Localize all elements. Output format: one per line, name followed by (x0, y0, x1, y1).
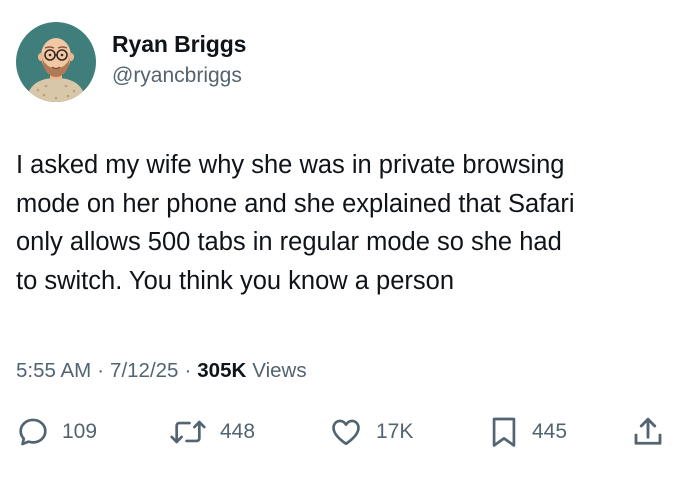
avatar[interactable] (16, 22, 96, 102)
share-upload-icon (634, 417, 662, 445)
meta-separator: · (97, 359, 105, 382)
reply-count: 109 (62, 420, 98, 443)
reply-button[interactable]: 109 (16, 410, 97, 454)
views-count[interactable]: 305K (197, 359, 246, 383)
bookmark-icon (492, 417, 516, 447)
repost-arrows-icon (170, 420, 206, 444)
tweet-date[interactable]: 7/12/25 (110, 359, 178, 383)
meta-separator: · (184, 359, 192, 382)
tweet-card: Ryan Briggs @ryancbriggs I asked my wife… (0, 0, 700, 477)
avatar-image (16, 22, 96, 102)
like-count: 17K (376, 420, 414, 443)
repost-button[interactable]: 448 (168, 410, 255, 454)
repost-count: 448 (220, 420, 256, 443)
share-button[interactable] (630, 410, 666, 454)
author-display-name[interactable]: Ryan Briggs (112, 31, 246, 58)
tweet-time[interactable]: 5:55 AM (16, 359, 91, 383)
bookmark-count: 445 (532, 420, 568, 443)
heart-icon (332, 419, 360, 446)
like-button[interactable]: 17K (328, 410, 413, 454)
bookmark-button[interactable]: 445 (488, 410, 567, 454)
views-label: Views (252, 359, 307, 382)
author-handle[interactable]: @ryancbriggs (112, 64, 242, 88)
action-bar: 109 448 17K 445 (0, 410, 700, 454)
speech-bubble-icon (19, 418, 47, 446)
tweet-text: I asked my wife why she was in private b… (16, 151, 575, 295)
tweet-meta: 5:55 AM · 7/12/25 · 305K Views (16, 356, 307, 386)
